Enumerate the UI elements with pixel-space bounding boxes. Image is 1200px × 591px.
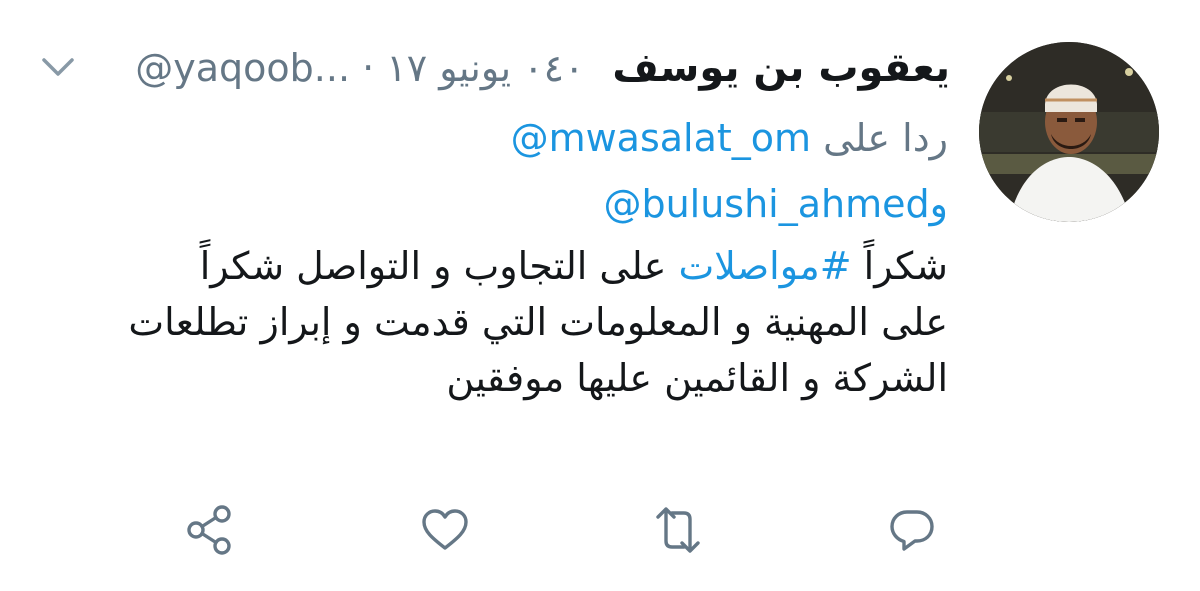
replying-to: ردا على @mwasalat_om [511,108,948,168]
share-icon[interactable] [180,500,240,560]
text-segment: على التجاوب و التواصل شكراً [199,244,679,288]
tweet-text-line: الشركة و القائمين عليها موفقين [446,356,948,400]
tweet-text-line: على المهنية و المعلومات التي قدمت و إبرا… [128,300,948,344]
tweet-text-line: شكراً #مواصلات على التجاوب و التواصل شكر… [28,238,948,294]
conjunction: و [929,182,948,226]
replying-to-label: ردا على [823,116,948,160]
reply-icon[interactable] [882,500,942,560]
handle-and-date[interactable]: @yaqoob... · ٠٤٠ يونيو ١٧ [135,46,584,90]
action-bar [0,500,1200,560]
retweet-icon[interactable] [648,500,708,560]
tweet-header: يعقوب بن يوسف @yaqoob... · ٠٤٠ يونيو ١٧ [135,38,950,98]
chevron-down-icon[interactable] [38,52,78,82]
mention-link[interactable]: @bulushi_ahmed [603,182,929,226]
text-segment: شكراً [851,244,948,288]
replying-to-second: و@bulushi_ahmed [603,174,948,234]
heart-icon[interactable] [415,500,475,560]
hashtag-link[interactable]: #مواصلات [678,244,851,288]
avatar[interactable] [979,42,1159,222]
tweet: يعقوب بن يوسف @yaqoob... · ٠٤٠ يونيو ١٧ … [0,0,1200,591]
mention-link[interactable]: @mwasalat_om [511,116,811,160]
tweet-text: شكراً #مواصلات على التجاوب و التواصل شكر… [28,238,948,406]
display-name[interactable]: يعقوب بن يوسف [612,45,950,91]
